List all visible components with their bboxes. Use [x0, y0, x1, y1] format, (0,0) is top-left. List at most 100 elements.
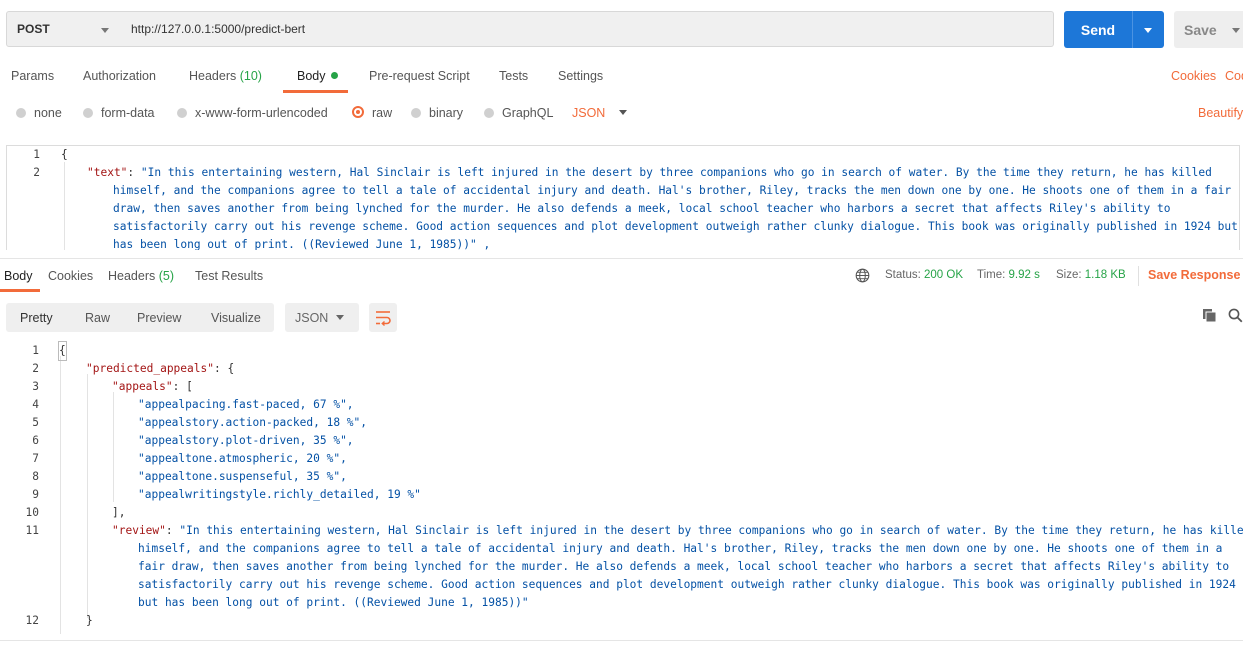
save-response-button[interactable]: Save Response: [1148, 268, 1240, 282]
radio-circle-icon: [411, 108, 421, 118]
json-close-brace: }: [86, 614, 93, 627]
radio-binary[interactable]: binary: [411, 106, 463, 120]
json-line: "review": "In this entertaining western,…: [112, 522, 1243, 540]
cookies-link[interactable]: Cookies: [1171, 69, 1216, 83]
size-label: Size:: [1056, 269, 1082, 281]
json-string: "In this entertaining western, Hal Sincl…: [179, 524, 1243, 537]
response-format-select[interactable]: JSON: [285, 303, 359, 332]
status-value: 200 OK: [924, 269, 964, 281]
radio-none[interactable]: none: [16, 106, 62, 120]
status-indicator: Status: 200 OK: [885, 269, 963, 281]
line-number: 6: [32, 434, 39, 447]
line-number: 10: [25, 506, 39, 519]
response-tab-headers[interactable]: Headers (5): [108, 269, 174, 283]
line-number: 1: [32, 344, 39, 357]
radio-graphql[interactable]: GraphQL: [484, 106, 553, 120]
chevron-down-icon[interactable]: [1144, 28, 1152, 33]
radio-urlencoded[interactable]: x-www-form-urlencoded: [177, 106, 328, 120]
radio-graphql-label: GraphQL: [502, 106, 554, 120]
response-body-viewer[interactable]: 1 2 3 4 5 6 7 8 9 10 11 12 { "predicted_…: [0, 341, 1243, 650]
tab-body-indicator: [283, 90, 348, 93]
line-number: 3: [32, 380, 39, 393]
radio-binary-label: binary: [429, 106, 464, 120]
size-value: 1.18 KB: [1084, 269, 1126, 281]
view-raw-button[interactable]: Raw: [85, 311, 110, 325]
json-punctuation: : {: [213, 362, 235, 375]
view-preview-button[interactable]: Preview: [137, 311, 181, 325]
json-string: draw, then saves another from being lync…: [113, 202, 1171, 215]
json-key: "review": [112, 524, 166, 537]
code-link[interactable]: Cod: [1225, 69, 1243, 83]
chevron-down-icon: [619, 110, 628, 115]
radio-circle-icon: [177, 108, 187, 118]
view-pretty-button[interactable]: Pretty: [20, 311, 53, 325]
json-array-item: "appealpacing.fast-paced, 67 %",: [138, 398, 354, 411]
radio-none-label: none: [34, 106, 62, 120]
json-string: satisfactorily carry out his revenge sch…: [113, 220, 1238, 233]
tab-tests[interactable]: Tests: [499, 69, 528, 83]
json-open-brace: {: [58, 341, 67, 361]
method-label: POST: [17, 22, 50, 36]
response-headers-count: (5): [158, 269, 175, 283]
indent-guide: [113, 392, 114, 502]
json-array-item: "appealwritingstyle.richly_detailed, 19 …: [138, 488, 421, 501]
headers-count: (10): [239, 69, 262, 83]
request-body-editor[interactable]: 1 2 { "text": "In this entertaining west…: [6, 145, 1240, 250]
chevron-down-icon[interactable]: [1232, 28, 1240, 33]
line-number: 11: [25, 524, 39, 537]
radio-form-data-label: form-data: [101, 106, 155, 120]
tab-headers-label: Headers: [189, 69, 237, 83]
line-number: 12: [25, 614, 39, 627]
radio-form-data[interactable]: form-data: [83, 106, 155, 120]
response-format-label: JSON: [295, 311, 329, 325]
section-divider: [0, 258, 1243, 259]
beautify-link[interactable]: Beautify: [1198, 106, 1243, 120]
chevron-down-icon: [336, 315, 344, 320]
json-array-item: "appealtone.atmospheric, 20 %",: [138, 452, 347, 465]
json-string: "In this entertaining western, Hal Sincl…: [140, 166, 1212, 179]
send-label: Send: [1080, 22, 1116, 38]
radio-raw[interactable]: raw: [352, 106, 392, 120]
json-string: but has been long out of print. ((Review…: [138, 596, 529, 609]
line-number: 9: [32, 488, 39, 501]
copy-icon[interactable]: [1202, 308, 1217, 323]
wrap-lines-button[interactable]: [369, 303, 397, 332]
size-indicator: Size: 1.18 KB: [1056, 269, 1126, 281]
time-label: Time:: [977, 269, 1006, 281]
response-tab-body[interactable]: Body: [4, 269, 33, 283]
globe-icon[interactable]: [855, 268, 870, 283]
response-tab-indicator: [0, 289, 40, 292]
json-key: "text": [87, 166, 128, 179]
radio-circle-icon: [484, 108, 494, 118]
send-button[interactable]: Send: [1064, 11, 1164, 48]
json-string: fair draw, then saves another from being…: [138, 560, 1230, 573]
tab-prerequest[interactable]: Pre-request Script: [369, 69, 470, 83]
time-value: 9.92 s: [1008, 269, 1040, 281]
indent-guide: [64, 162, 65, 250]
response-tab-cookies[interactable]: Cookies: [48, 269, 93, 283]
save-button[interactable]: Save: [1174, 11, 1243, 48]
tab-body[interactable]: Body: [297, 69, 338, 83]
time-indicator: Time: 9.92 s: [977, 269, 1040, 281]
search-icon[interactable]: [1228, 308, 1243, 323]
json-array-item: "appealtone.suspenseful, 35 %",: [138, 470, 347, 483]
tab-authorization[interactable]: Authorization: [83, 69, 156, 83]
radio-urlencoded-label: x-www-form-urlencoded: [195, 106, 328, 120]
response-tab-headers-label: Headers: [108, 269, 156, 283]
line-number: 4: [32, 398, 39, 411]
body-format-select[interactable]: JSON: [572, 106, 628, 120]
method-select[interactable]: POST: [6, 11, 122, 47]
tab-settings[interactable]: Settings: [558, 69, 603, 83]
body-format-label: JSON: [572, 106, 606, 120]
json-punctuation: : [: [172, 380, 193, 393]
json-array-close: ],: [112, 506, 126, 519]
tab-params[interactable]: Params: [11, 69, 54, 83]
view-visualize-button[interactable]: Visualize: [211, 311, 261, 325]
radio-circle-icon: [83, 108, 93, 118]
line-number: 7: [32, 452, 39, 465]
json-key: "appeals": [112, 380, 173, 393]
json-colon: :: [165, 524, 180, 537]
tab-headers[interactable]: Headers (10): [189, 69, 262, 83]
response-tab-test-results[interactable]: Test Results: [195, 269, 263, 283]
url-input[interactable]: http://127.0.0.1:5000/predict-bert: [121, 11, 1054, 47]
